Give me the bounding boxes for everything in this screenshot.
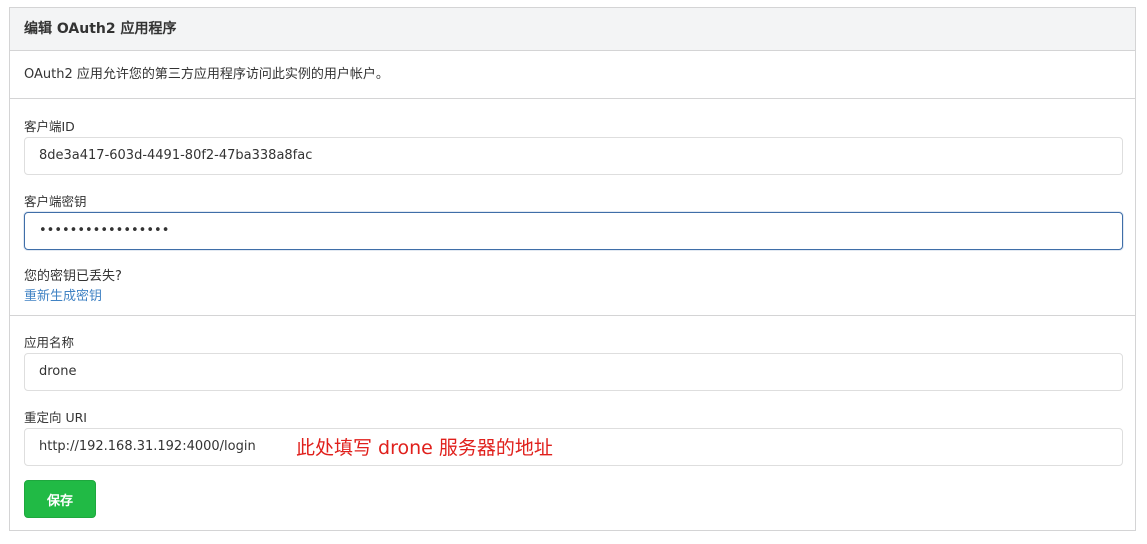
redirect-uri-field[interactable]: http://192.168.31.192:4000/login 此处填写 dr… bbox=[24, 428, 1123, 466]
application-section: 应用名称 drone 重定向 URI http://192.168.31.192… bbox=[10, 316, 1135, 532]
credentials-section: 客户端ID 8de3a417-603d-4491-80f2-47ba338a8f… bbox=[10, 99, 1135, 316]
client-secret-field[interactable]: ••••••••••••••••• bbox=[24, 212, 1123, 250]
app-name-field[interactable]: drone bbox=[24, 353, 1123, 391]
client-id-field[interactable]: 8de3a417-603d-4491-80f2-47ba338a8fac bbox=[24, 137, 1123, 175]
description-text: OAuth2 应用允许您的第三方应用程序访问此实例的用户帐户。 bbox=[10, 51, 1135, 99]
client-id-label: 客户端ID bbox=[24, 119, 75, 134]
client-secret-label: 客户端密钥 bbox=[24, 194, 87, 209]
oauth2-edit-panel: 编辑 OAuth2 应用程序 OAuth2 应用允许您的第三方应用程序访问此实例… bbox=[9, 7, 1136, 531]
redirect-uri-value: http://192.168.31.192:4000/login bbox=[39, 439, 256, 454]
annotation-text: 此处填写 drone 服务器的地址 bbox=[296, 437, 553, 459]
app-name-label: 应用名称 bbox=[24, 335, 75, 350]
save-button[interactable]: 保存 bbox=[24, 480, 96, 518]
redirect-uri-label: 重定向 URI bbox=[24, 410, 87, 425]
panel-title: 编辑 OAuth2 应用程序 bbox=[10, 8, 1135, 51]
regenerate-secret-link[interactable]: 重新生成密钥 bbox=[24, 285, 102, 304]
secret-lost-text: 您的密钥已丢失? bbox=[24, 269, 122, 284]
